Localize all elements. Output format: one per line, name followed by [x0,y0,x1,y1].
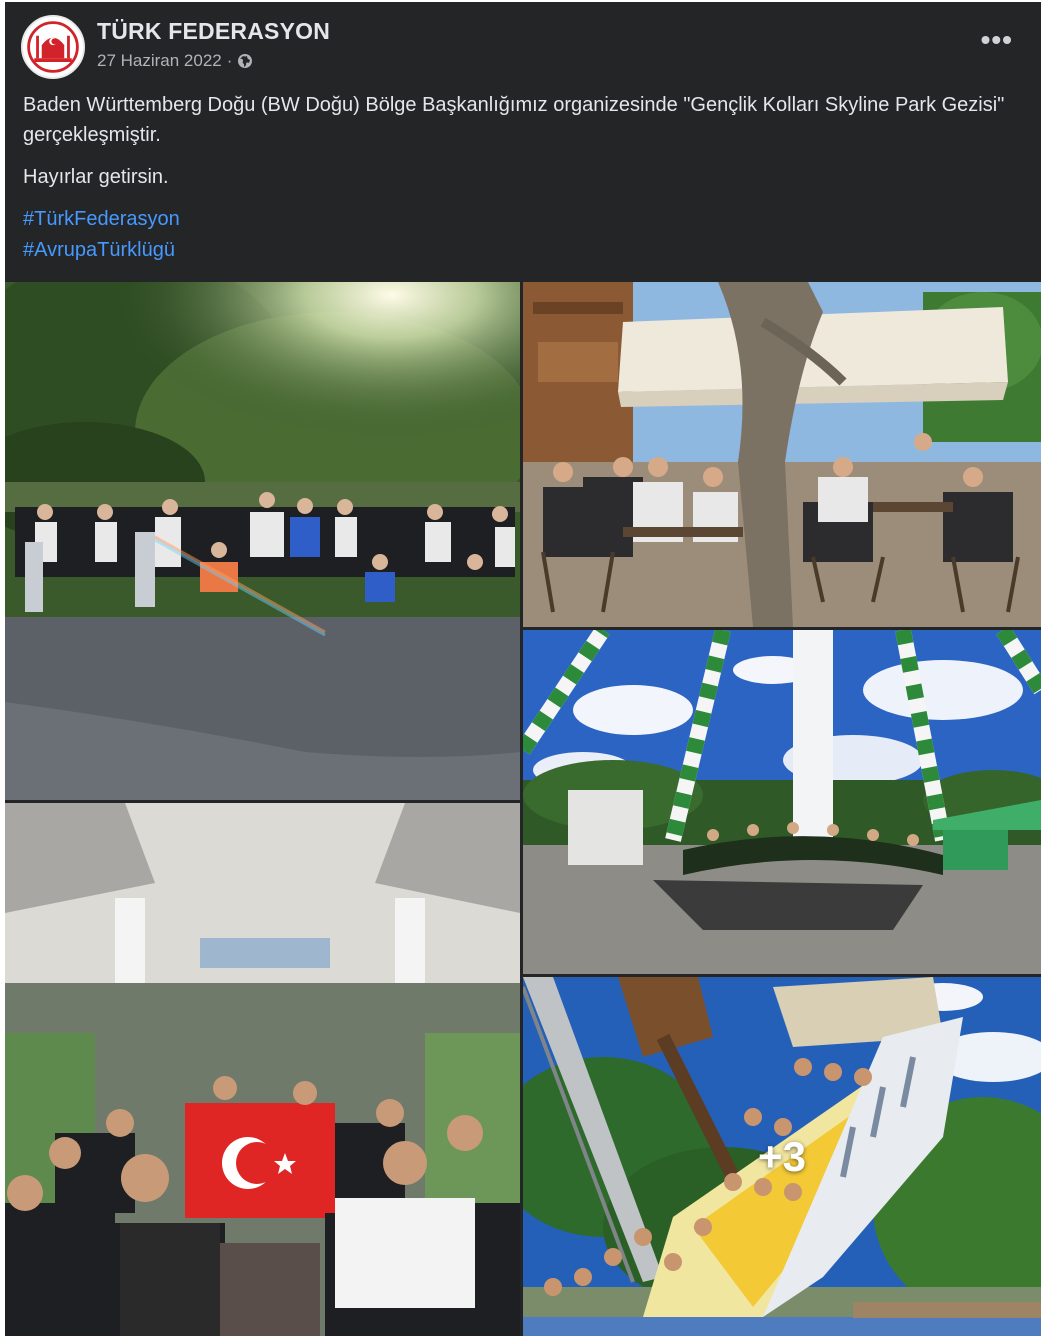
more-photos-count[interactable]: +3 [523,977,1041,1336]
post-date[interactable]: 27 Haziran 2022 [97,51,222,71]
photo-swing-ride[interactable] [523,630,1041,974]
globe-icon [238,54,253,68]
post-text: Baden Württemberg Doğu (BW Doğu) Bölge B… [23,90,1023,204]
photo-bus-interior[interactable] [5,803,520,1336]
hashtag-link[interactable]: #TürkFederasyon [23,204,180,235]
photo-group-outdoors[interactable] [5,282,520,800]
photo-ship-ride[interactable]: +3 [523,977,1041,1336]
post-paragraph: Baden Württemberg Doğu (BW Doğu) Bölge B… [23,94,1005,146]
photo-cafe-seating[interactable] [523,282,1041,627]
post-meta: 27 Haziran 2022 · [97,51,253,71]
group-photo-image [5,282,520,800]
ride-photo-image [523,630,1041,974]
meta-separator: · [226,51,233,70]
avatar[interactable] [21,15,85,79]
bus-photo-image [5,803,520,1336]
cafe-photo-image [523,282,1041,627]
hashtag-list: #TürkFederasyon #AvrupaTürklügü [23,204,180,266]
facebook-post: TÜRK FEDERASYON 27 Haziran 2022 · ••• Ba… [5,2,1041,1336]
hashtag-link[interactable]: #AvrupaTürklügü [23,235,180,266]
post-header: TÜRK FEDERASYON 27 Haziran 2022 · ••• [5,2,1041,82]
post-paragraph: Hayırlar getirsin. [23,166,169,188]
federation-logo-icon [24,18,82,76]
post-author-name[interactable]: TÜRK FEDERASYON [97,18,330,45]
more-options-icon[interactable]: ••• [981,26,1013,54]
